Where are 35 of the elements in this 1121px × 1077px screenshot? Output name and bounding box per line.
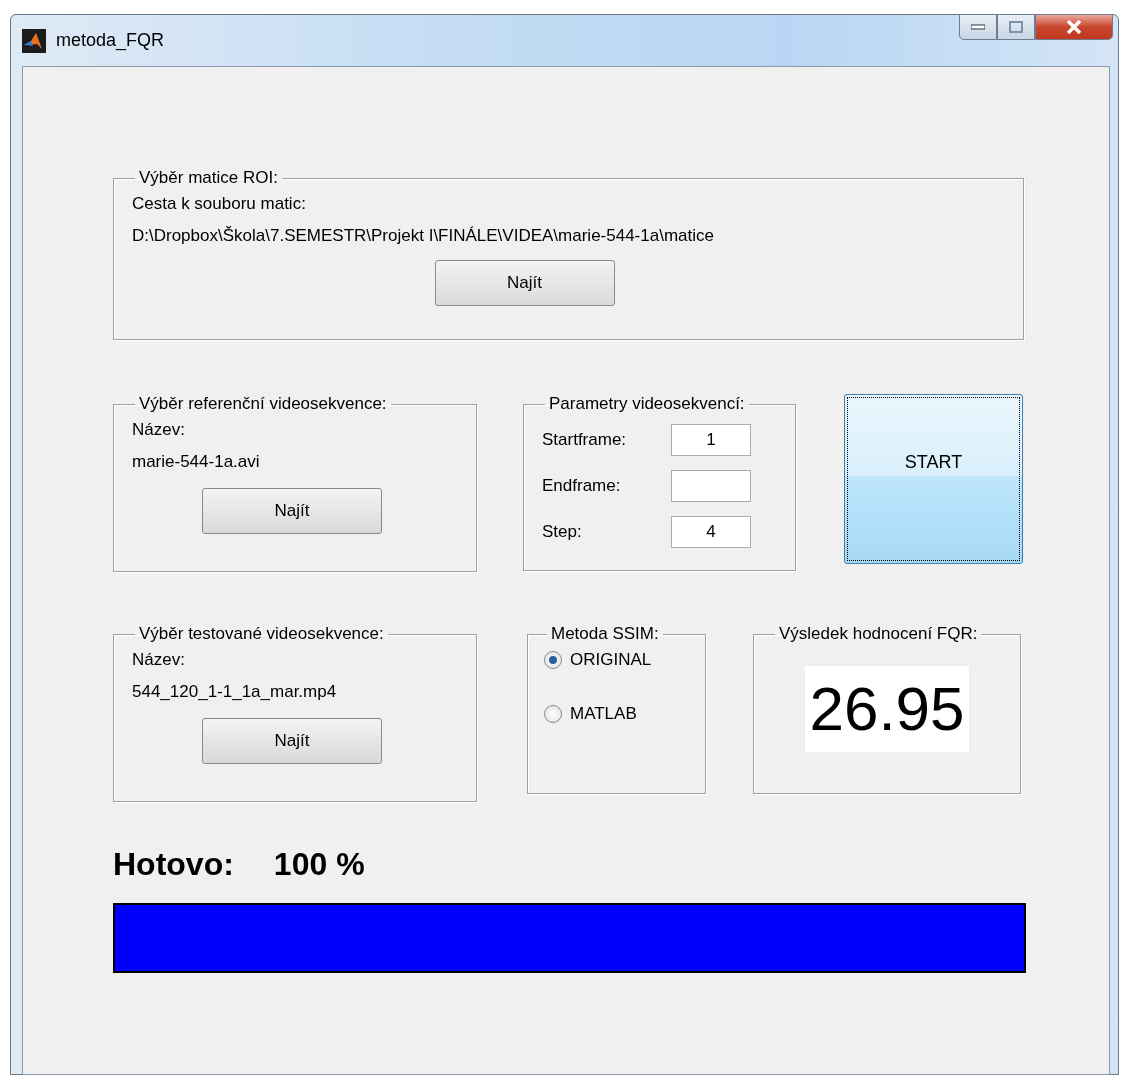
field-label: Step: [542,522,582,542]
input-field[interactable] [671,470,751,502]
result-value: 26.95 [805,666,969,752]
maximize-icon [1009,21,1023,33]
panel-title: Výsledek hodnocení FQR: [778,624,979,644]
field-label: Startframe: [542,430,627,450]
radio-option[interactable]: MATLAB [544,704,687,724]
close-icon [1066,20,1082,34]
file-path: D:\Dropbox\Škola\7.SEMESTR\Projekt I\FINÁLE\VIDEA\marie-544-1a\matice [132,226,715,246]
field-label: Endframe: [542,476,621,496]
file-name: marie-544-1a.avi [132,452,261,472]
minimize-icon [971,24,985,30]
radio-option[interactable]: ORIGINAL [544,650,687,670]
find-button[interactable]: Najít [202,488,382,534]
panel-title: Parametry videosekvencí: [548,394,746,414]
minimize-button[interactable] [959,14,997,40]
find-button[interactable]: Najít [202,718,382,764]
panel-title: Metoda SSIM: [550,624,660,644]
app-icon [22,28,46,53]
window-title: metoda_FQR [56,30,165,51]
maximize-button[interactable] [997,14,1035,40]
panel-title: Výběr referenční videosekvence: [138,394,388,414]
panel-title: Výběr matice ROI: [138,168,279,188]
input-field[interactable]: 4 [671,516,751,548]
path-label: Cesta k souboru matic: [132,194,307,214]
find-button[interactable]: Najít [434,260,615,306]
input-field[interactable]: 1 [671,424,751,456]
file-name: 544_120_1-1_1a_mar.mp4 [132,682,338,702]
close-button[interactable] [1035,14,1113,40]
progress-label: Hotovo: [113,846,234,883]
name-label: Název: [132,650,186,670]
start-button[interactable]: START [844,394,1023,564]
progress-percent: 100 % [273,846,365,883]
name-label: Název: [132,420,186,440]
panel-title: Výběr testované videosekvence: [138,624,385,644]
